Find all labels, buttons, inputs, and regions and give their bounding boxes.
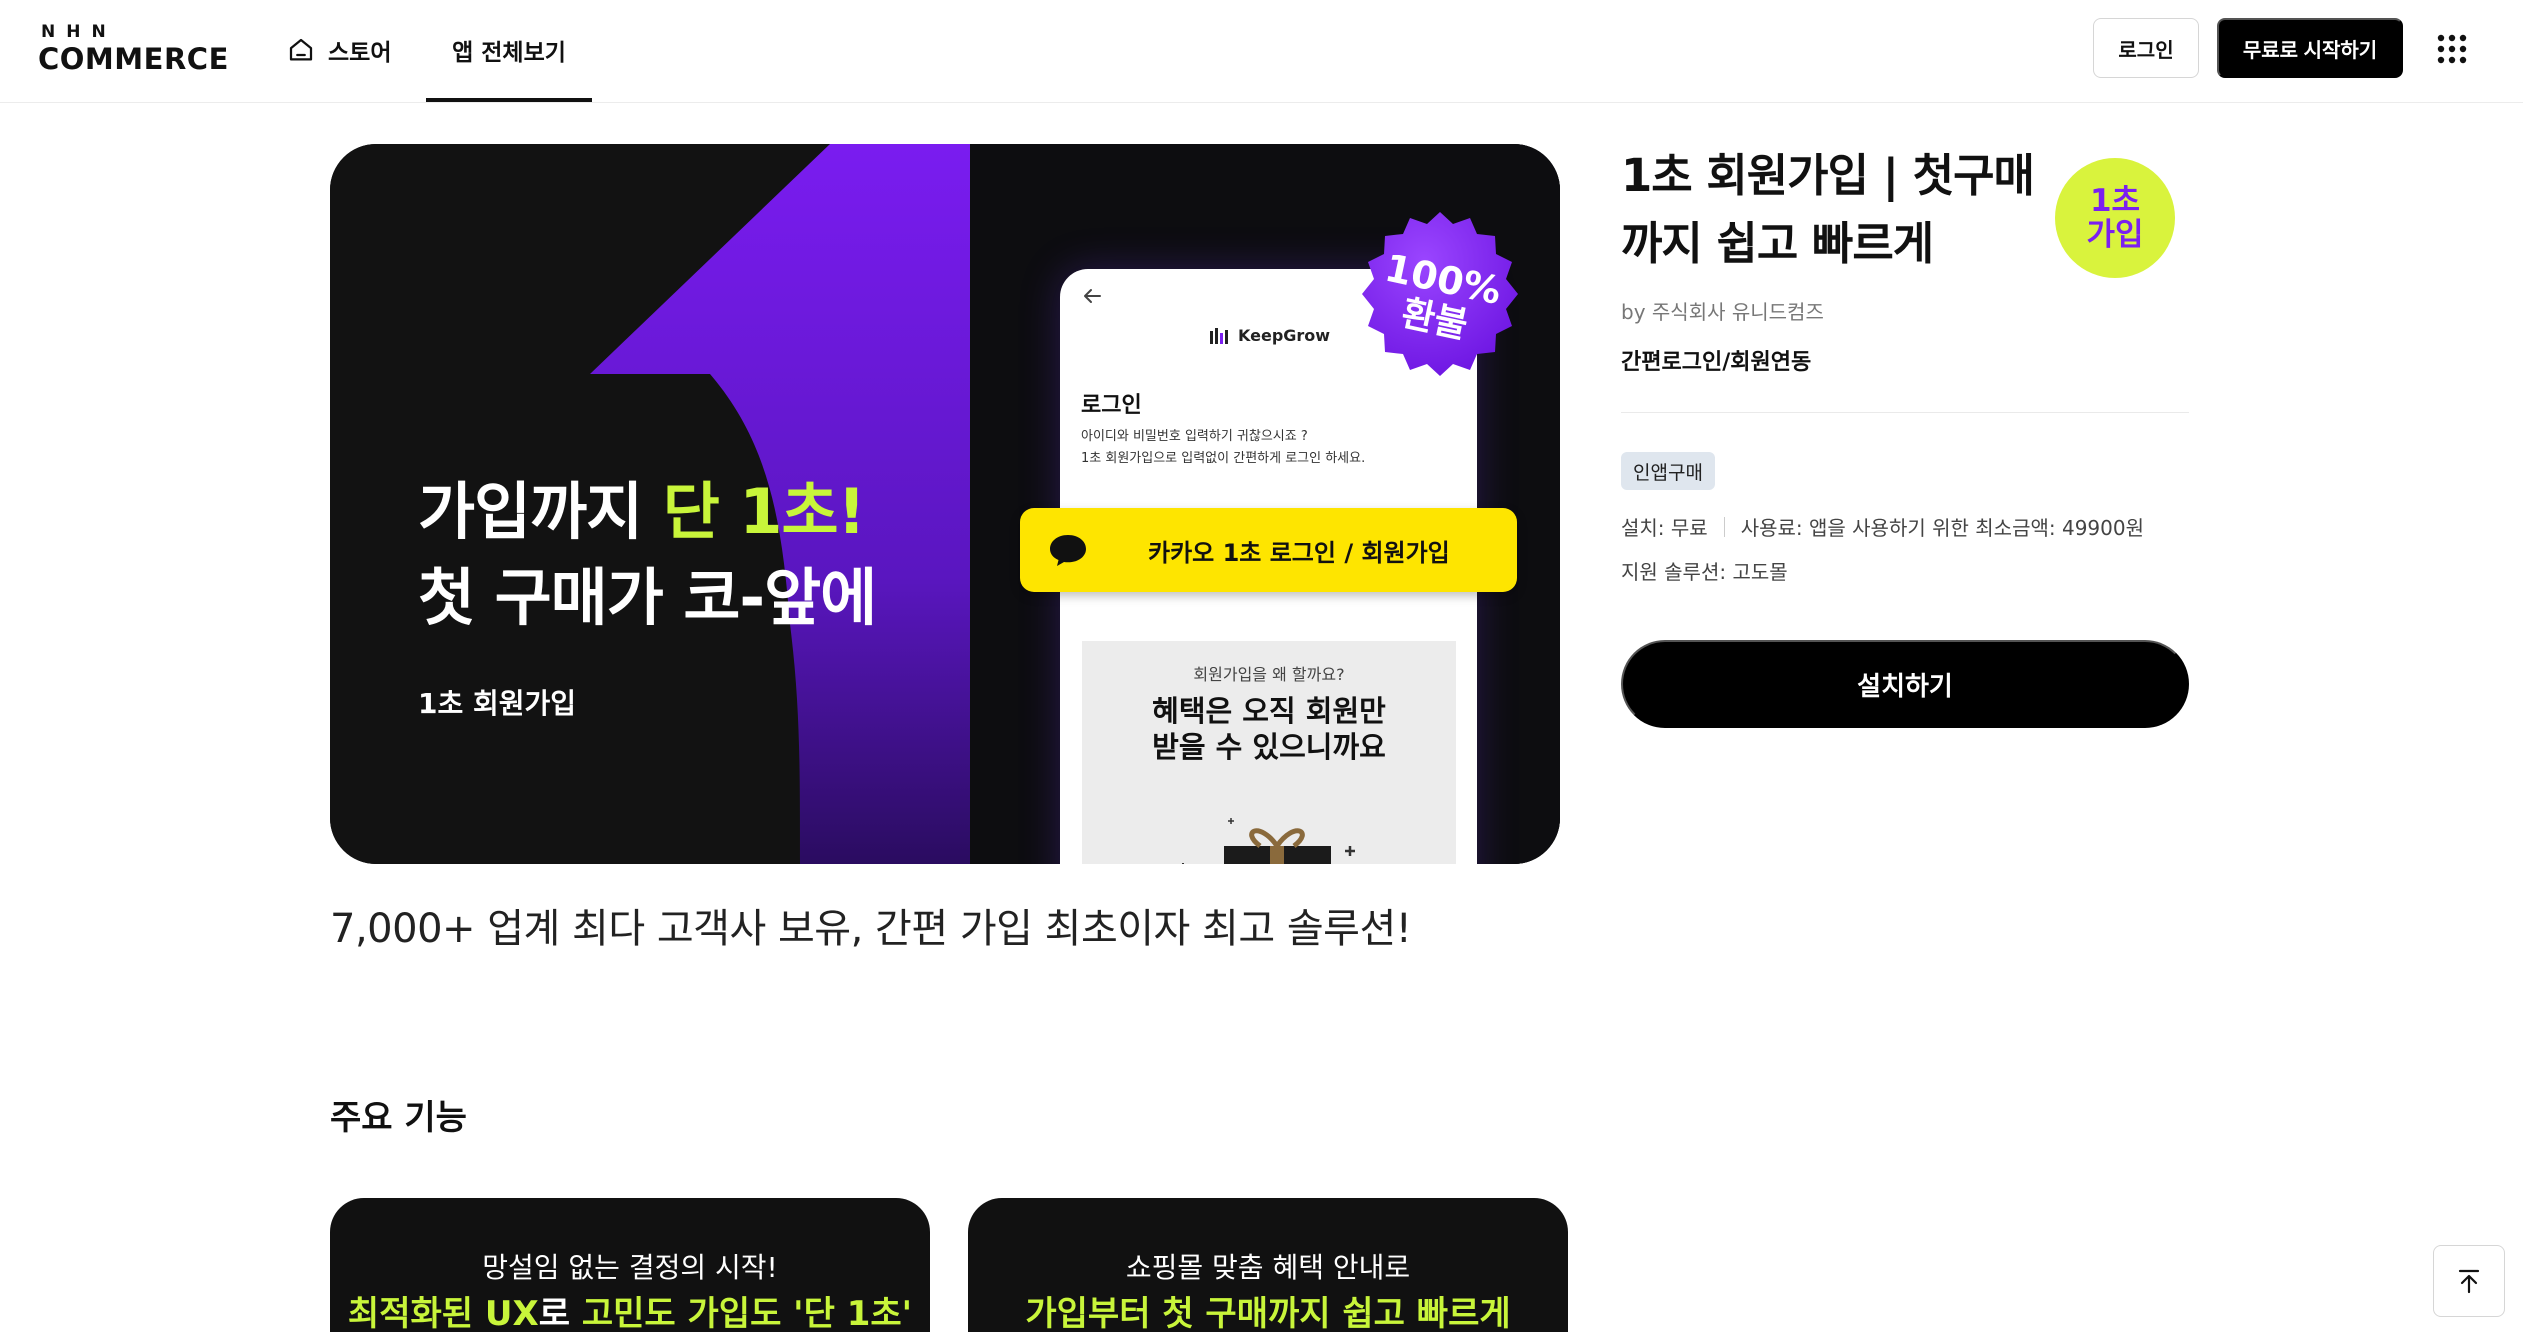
feature-card: 망설임 없는 결정의 시작! 최적화된 UX로 고민도 가입도 '단 1초' (330, 1198, 930, 1332)
features-heading: 주요 기능 (330, 1098, 467, 1138)
nhn-commerce-logo[interactable]: NHN COMMERCE (38, 22, 228, 76)
phone-promo-box: 회원가입을 왜 할까요? 혜택은 오직 회원만 받을 수 있으니까요 (1082, 641, 1456, 864)
feature-card-title: 가입부터 첫 구매까지 쉽고 빠르게 (968, 1286, 1568, 1332)
feature-card-title-a: 최적화된 UX (347, 1294, 539, 1332)
keepgrow-brand: KeepGrow (1238, 326, 1331, 345)
promo-main-text: 혜택은 오직 회원만 받을 수 있으니까요 (1082, 693, 1456, 765)
feature-card: 쇼핑몰 맞춤 혜택 안내로 가입부터 첫 구매까지 쉽고 빠르게 (968, 1198, 1568, 1332)
inapp-purchase-badge: 인앱구매 (1621, 452, 1715, 490)
promo-main-1: 혜택은 오직 회원만 (1152, 694, 1386, 728)
banner-brand-text: 1초 회원가입 (418, 687, 577, 720)
nav-store-label: 스토어 (328, 40, 392, 66)
feature-card-title-b: 로 (538, 1294, 582, 1332)
feature-card-title-a: 가입부터 첫 구매까지 쉽고 빠르게 (1025, 1294, 1511, 1332)
gift-box-icon (1182, 818, 1355, 864)
app-icon: 1초 가입 (2055, 158, 2175, 278)
developer-name[interactable]: by 주식회사 유니드컴즈 (1621, 296, 1824, 325)
info-divider (1621, 412, 2189, 413)
nav-all-apps[interactable]: 앱 전체보기 (426, 0, 592, 100)
kakao-login-label: 카카오 1초 로그인 / 회원가입 (1148, 538, 1450, 567)
top-header: NHN COMMERCE 스토어 앱 전체보기 로그인 무료로 시작하기 (0, 0, 2523, 103)
app-tagline: 7,000+ 업계 최다 고객사 보유, 간편 가입 최초이자 최고 솔루션! (330, 906, 1412, 952)
scroll-to-top-button[interactable] (2433, 1245, 2505, 1317)
app-title-line-1: 1초 회원가입 | 첫구매 (1621, 149, 2035, 202)
pricing-separator (1723, 516, 1725, 537)
chat-bubble-icon (1050, 535, 1086, 566)
start-free-button[interactable]: 무료로 시작하기 (2217, 18, 2403, 78)
keepgrow-logo: KeepGrow (1210, 326, 1330, 345)
back-arrow-icon (1084, 289, 1101, 303)
refund-badge-icon: 100% 환불 (1362, 212, 1518, 376)
nav-all-apps-label: 앱 전체보기 (452, 40, 566, 66)
headline-part-2b: 앞에 (764, 561, 877, 634)
pricing-info: 설치: 무료 사용료: 앱을 사용하기 위한 최소금액: 49900원 (1621, 512, 2144, 541)
install-button[interactable]: 설치하기 (1621, 640, 2189, 728)
kakao-login-button-mockup: 카카오 1초 로그인 / 회원가입 (1020, 508, 1517, 592)
arrow-up-to-top-icon (2458, 1269, 2480, 1294)
keepgrow-bars-icon (1210, 327, 1228, 344)
supported-solution: 지원 솔루션: 고도몰 (1621, 560, 1788, 584)
app-category[interactable]: 간편로그인/회원연동 (1621, 344, 1811, 376)
grid-icon[interactable] (2437, 34, 2467, 64)
headline-part-2a: 첫 구매가 코- (418, 561, 765, 634)
feature-card-subtitle: 쇼핑몰 맞춤 혜택 안내로 (1125, 1251, 1411, 1284)
promo-question: 회원가입을 왜 할까요? (1193, 665, 1345, 684)
app-hero-banner: 가입까지 단 1초! 첫 구매가 코-앞에 1초 회원가입 KeepGrow 로… (330, 144, 1560, 864)
banner-headline: 가입까지 단 1초! 첫 구매가 코-앞에 (418, 469, 877, 641)
phone-login-description: 아이디와 비밀번호 입력하기 귀찮으시죠 ? 1초 회원가입으로 입력없이 간편… (1081, 426, 1471, 470)
install-fee: 설치: 무료 (1621, 516, 1708, 540)
home-icon (289, 38, 313, 61)
feature-card-title-c: 고민도 가입도 '단 1초' (581, 1294, 913, 1332)
logo-top-text: NHN (41, 22, 117, 42)
app-title-line-2: 까지 쉽고 빠르게 (1621, 217, 1934, 270)
login-button[interactable]: 로그인 (2093, 18, 2199, 78)
nav-store[interactable]: 스토어 (286, 0, 391, 100)
feature-card-subtitle: 망설임 없는 결정의 시작! (482, 1251, 778, 1284)
headline-part-1b: 단 1초! (662, 475, 866, 548)
promo-main-2: 받을 수 있으니까요 (1152, 730, 1386, 764)
logo-bottom-text: COMMERCE (38, 42, 229, 76)
app-icon-line-2: 가입 (2086, 217, 2144, 253)
app-icon-line-1: 1초 (2089, 183, 2141, 219)
phone-login-desc-1: 아이디와 비밀번호 입력하기 귀찮으시죠 ? (1081, 429, 1308, 444)
phone-login-title: 로그인 (1081, 393, 1142, 418)
phone-login-desc-2: 1초 회원가입으로 입력없이 간편하게 로그인 하세요. (1081, 451, 1366, 466)
app-title: 1초 회원가입 | 첫구매 까지 쉽고 빠르게 (1621, 142, 2041, 278)
feature-card-title: 최적화된 UX로 고민도 가입도 '단 1초' (330, 1286, 930, 1332)
usage-fee: 사용료: 앱을 사용하기 위한 최소금액: 49900원 (1740, 516, 2144, 540)
active-tab-indicator (426, 98, 592, 102)
headline-part-1a: 가입까지 (418, 475, 663, 548)
